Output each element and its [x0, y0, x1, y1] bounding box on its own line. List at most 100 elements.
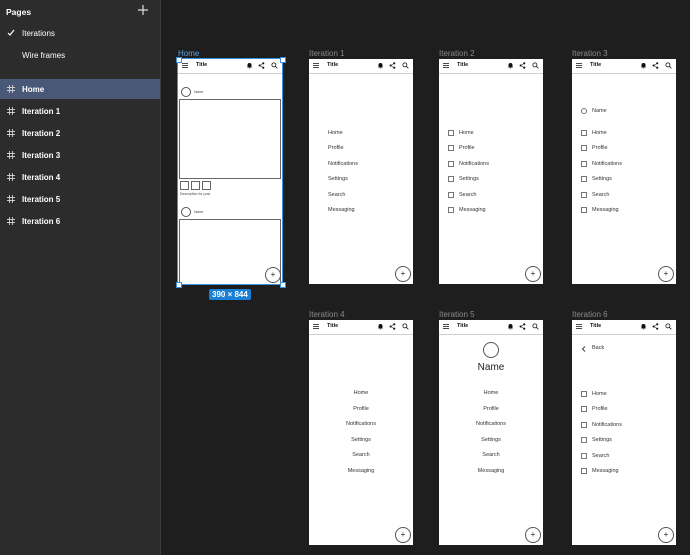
- nav-item-home[interactable]: Home: [439, 390, 543, 406]
- nav-item-messaging[interactable]: Messaging: [592, 207, 619, 213]
- frame-label-iteration-3[interactable]: Iteration 3: [572, 49, 608, 58]
- fab-add-button[interactable]: +: [395, 527, 411, 543]
- nav-item-search[interactable]: Search: [309, 452, 413, 468]
- layer-item-iteration-6[interactable]: Iteration 6: [0, 211, 160, 231]
- share-icon[interactable]: [652, 323, 659, 330]
- nav-item-messaging[interactable]: Messaging: [592, 468, 619, 474]
- nav-item-search[interactable]: Search: [592, 192, 609, 198]
- nav-item-search[interactable]: Search: [328, 192, 345, 198]
- search-icon[interactable]: [665, 323, 672, 330]
- nav-item-settings[interactable]: Settings: [309, 437, 413, 453]
- nav-item-settings[interactable]: Settings: [439, 437, 543, 453]
- nav-item-notifications[interactable]: Notifications: [592, 161, 622, 167]
- share-icon[interactable]: [389, 62, 396, 69]
- resize-handle[interactable]: [176, 282, 182, 288]
- nav-item-notifications[interactable]: Notifications: [459, 161, 489, 167]
- page-item-wire-frames[interactable]: Wire frames: [0, 46, 160, 66]
- nav-item-home[interactable]: Home: [592, 391, 607, 397]
- nav-item-messaging[interactable]: Messaging: [309, 468, 413, 484]
- nav-item-profile[interactable]: Profile: [309, 406, 413, 422]
- add-page-icon[interactable]: [137, 4, 149, 16]
- nav-item-profile[interactable]: Profile: [459, 145, 475, 151]
- frame-home[interactable]: Title Name Description for post Name +: [177, 58, 283, 285]
- share-icon[interactable]: [258, 62, 265, 69]
- menu-icon[interactable]: [576, 63, 582, 68]
- action-button-placeholder[interactable]: [191, 181, 200, 190]
- bell-icon[interactable]: [377, 323, 384, 330]
- page-item-iterations[interactable]: Iterations: [0, 24, 160, 44]
- fab-add-button[interactable]: +: [525, 266, 541, 282]
- layer-item-home[interactable]: Home: [0, 79, 160, 99]
- frame-label-iteration-4[interactable]: Iteration 4: [309, 310, 345, 319]
- search-icon[interactable]: [665, 62, 672, 69]
- menu-icon[interactable]: [313, 63, 319, 68]
- action-button-placeholder[interactable]: [180, 181, 189, 190]
- nav-item-messaging[interactable]: Messaging: [328, 207, 355, 213]
- bell-icon[interactable]: [640, 62, 647, 69]
- layer-item-iteration-1[interactable]: Iteration 1: [0, 101, 160, 121]
- fab-add-button[interactable]: +: [265, 267, 281, 283]
- nav-item-notifications[interactable]: Notifications: [328, 161, 358, 167]
- search-icon[interactable]: [532, 323, 539, 330]
- menu-icon[interactable]: [443, 63, 449, 68]
- search-icon[interactable]: [532, 62, 539, 69]
- bell-icon[interactable]: [507, 323, 514, 330]
- nav-item-home[interactable]: Home: [592, 130, 607, 136]
- layer-item-iteration-4[interactable]: Iteration 4: [0, 167, 160, 187]
- nav-item-profile[interactable]: Profile: [439, 406, 543, 422]
- nav-item-notifications[interactable]: Notifications: [439, 421, 543, 437]
- menu-icon[interactable]: [443, 324, 449, 329]
- frame-iteration-5[interactable]: Title Name Home Profile Notifications Se…: [439, 320, 543, 545]
- nav-item-home[interactable]: Home: [309, 390, 413, 406]
- frame-iteration-3[interactable]: Title Name Home Profile Notifications Se…: [572, 59, 676, 284]
- nav-item-settings[interactable]: Settings: [459, 176, 479, 182]
- menu-icon[interactable]: [182, 63, 188, 68]
- layer-item-iteration-5[interactable]: Iteration 5: [0, 189, 160, 209]
- nav-item-notifications[interactable]: Notifications: [309, 421, 413, 437]
- share-icon[interactable]: [389, 323, 396, 330]
- fab-add-button[interactable]: +: [658, 527, 674, 543]
- search-icon[interactable]: [402, 62, 409, 69]
- layer-item-iteration-3[interactable]: Iteration 3: [0, 145, 160, 165]
- resize-handle[interactable]: [176, 57, 182, 63]
- back-button[interactable]: Back: [581, 345, 621, 355]
- nav-item-notifications[interactable]: Notifications: [592, 422, 622, 428]
- nav-item-search[interactable]: Search: [459, 192, 476, 198]
- resize-handle[interactable]: [280, 57, 286, 63]
- nav-item-profile[interactable]: Profile: [592, 145, 608, 151]
- fab-add-button[interactable]: +: [525, 527, 541, 543]
- resize-handle[interactable]: [280, 282, 286, 288]
- nav-item-settings[interactable]: Settings: [592, 176, 612, 182]
- nav-item-profile[interactable]: Profile: [328, 145, 344, 151]
- bell-icon[interactable]: [507, 62, 514, 69]
- frame-iteration-6[interactable]: Title Back Home Profile Notifications Se…: [572, 320, 676, 545]
- fab-add-button[interactable]: +: [395, 266, 411, 282]
- share-icon[interactable]: [652, 62, 659, 69]
- menu-icon[interactable]: [313, 324, 319, 329]
- frame-label-iteration-5[interactable]: Iteration 5: [439, 310, 475, 319]
- frame-label-iteration-2[interactable]: Iteration 2: [439, 49, 475, 58]
- nav-item-settings[interactable]: Settings: [328, 176, 348, 182]
- share-icon[interactable]: [519, 323, 526, 330]
- fab-add-button[interactable]: +: [658, 266, 674, 282]
- bell-icon[interactable]: [246, 62, 253, 69]
- share-icon[interactable]: [519, 62, 526, 69]
- action-button-placeholder[interactable]: [202, 181, 211, 190]
- bell-icon[interactable]: [640, 323, 647, 330]
- layer-item-iteration-2[interactable]: Iteration 2: [0, 123, 160, 143]
- bell-icon[interactable]: [377, 62, 384, 69]
- nav-item-search[interactable]: Search: [592, 453, 609, 459]
- nav-item-messaging[interactable]: Messaging: [459, 207, 486, 213]
- frame-iteration-2[interactable]: Title Home Profile Notifications Setting…: [439, 59, 543, 284]
- nav-item-messaging[interactable]: Messaging: [439, 468, 543, 484]
- nav-item-search[interactable]: Search: [439, 452, 543, 468]
- nav-item-profile[interactable]: Profile: [592, 406, 608, 412]
- frame-label-iteration-6[interactable]: Iteration 6: [572, 310, 608, 319]
- menu-icon[interactable]: [576, 324, 582, 329]
- nav-item-settings[interactable]: Settings: [592, 437, 612, 443]
- search-icon[interactable]: [271, 62, 278, 69]
- frame-iteration-1[interactable]: Title Home Profile Notifications Setting…: [309, 59, 413, 284]
- frame-iteration-4[interactable]: Title Home Profile Notifications Setting…: [309, 320, 413, 545]
- search-icon[interactable]: [402, 323, 409, 330]
- nav-item-home[interactable]: Home: [328, 130, 343, 136]
